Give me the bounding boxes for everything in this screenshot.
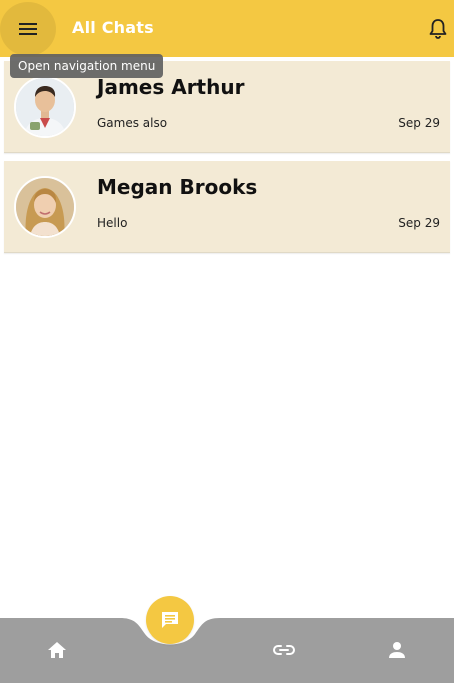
- chat-list-item[interactable]: Megan Brooks Hello Sep 29: [4, 161, 450, 253]
- bottom-navigation: [0, 596, 454, 683]
- nav-link-button[interactable]: [270, 636, 298, 664]
- home-icon: [48, 642, 66, 658]
- message-icon: [162, 612, 178, 628]
- chat-date: Sep 29: [398, 116, 440, 130]
- bell-icon: [429, 19, 447, 39]
- menu-button[interactable]: [0, 2, 56, 56]
- chat-preview: Games also: [97, 116, 168, 130]
- menu-icon: [19, 23, 37, 35]
- avatar-man-photo: [14, 76, 76, 138]
- nav-profile-button[interactable]: [383, 636, 411, 664]
- nav-home-button[interactable]: [43, 636, 71, 664]
- notifications-button[interactable]: [428, 16, 454, 42]
- person-icon: [389, 642, 405, 658]
- chat-preview: Hello: [97, 216, 128, 230]
- link-icon: [272, 645, 296, 655]
- page-title: All Chats: [72, 18, 154, 37]
- chat-name: James Arthur: [97, 75, 245, 99]
- app-bar: All Chats: [0, 0, 454, 57]
- chat-date: Sep 29: [398, 216, 440, 230]
- menu-tooltip: Open navigation menu: [10, 54, 164, 78]
- chat-name: Megan Brooks: [97, 175, 258, 199]
- new-message-button[interactable]: [146, 596, 194, 644]
- avatar-woman-photo: [14, 176, 76, 238]
- chat-list: James Arthur Games also Sep 29 Megan Bro…: [4, 61, 450, 261]
